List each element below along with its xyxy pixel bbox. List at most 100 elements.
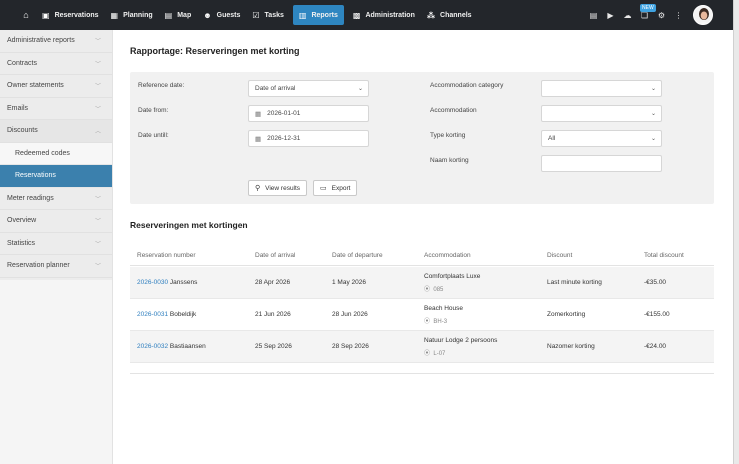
home-icon[interactable]: ⌂: [16, 0, 36, 30]
column-header[interactable]: Total discount: [644, 252, 684, 259]
nav-planning[interactable]: ▦ Planning: [105, 0, 159, 30]
sidebar-item-label: Meter readings: [7, 194, 54, 202]
sidebar-item-label: Reservation planner: [7, 262, 70, 270]
column-header[interactable]: Date of departure: [332, 252, 383, 259]
nav-administration[interactable]: ▩ Administration: [347, 0, 421, 30]
reservations-icon: ▣: [42, 10, 50, 20]
nav-channels[interactable]: ⁂ Channels: [421, 0, 478, 30]
arrival-date: 25 Sep 2026: [255, 343, 292, 350]
column-header[interactable]: Date of arrival: [255, 252, 295, 259]
total-discount: -€35.00: [644, 279, 667, 286]
guest-name: Bobeldijk: [169, 311, 197, 318]
sidebar-subitem-redeemed-codes[interactable]: Redeemed codes: [0, 142, 112, 165]
sidebar-item-label: Contracts: [7, 59, 37, 67]
guest-name: Bastiaansen: [169, 343, 206, 350]
document-icon[interactable]: ▤: [585, 11, 602, 20]
chevron-down-icon: ⌄: [650, 86, 656, 92]
export-button[interactable]: ▭ Export: [313, 180, 358, 196]
administration-icon: ▩: [352, 10, 361, 20]
chevron-down-icon: ⌄: [357, 86, 363, 92]
arrival-date: 21 Jun 2026: [255, 311, 291, 318]
type-korting-select[interactable]: All ⌄: [541, 130, 662, 147]
topbar-actions: ▤ ▶ ☁ ❏ NEW ⚙ ⋮: [585, 0, 733, 30]
nav-reports[interactable]: ▥ Reports: [292, 5, 344, 25]
avatar[interactable]: [693, 5, 713, 25]
sidebar-subitem-reservations[interactable]: Reservations: [0, 165, 112, 188]
accommodation-select[interactable]: ⌄: [541, 105, 662, 122]
sidebar-menu: Administrative reports ﹀ Contracts ﹀ Own…: [0, 30, 112, 280]
reservation-cell: 2026-0032 Bastiaansen: [137, 343, 206, 350]
map-pin-icon: ⦿: [424, 351, 431, 357]
date-from-value: 2026-01-01: [267, 110, 301, 117]
accommodation-category-label: Accommodation category: [430, 82, 504, 89]
sidebar-item-reservation-planner[interactable]: Reservation planner ﹀: [0, 255, 112, 278]
sidebar-item-administrative-reports[interactable]: Administrative reports ﹀: [0, 30, 112, 53]
sidebar-item-label: Owner statements: [7, 82, 64, 90]
chevron-up-icon: ︿: [94, 129, 101, 136]
date-until-field[interactable]: ▦ 2026-12-31: [248, 130, 369, 147]
reference-date-value: Date of arrival: [255, 85, 296, 92]
accommodation-category-select[interactable]: ⌄: [541, 80, 662, 97]
nav-reservations-label: Reservations: [54, 11, 99, 19]
chevron-down-icon: ﹀: [94, 219, 101, 226]
sidebar: Administrative reports ﹀ Contracts ﹀ Own…: [0, 30, 113, 464]
departure-date: 28 Sep 2026: [332, 343, 369, 350]
discount-name: Nazomer korting: [547, 343, 595, 350]
accommodation-code: 085: [433, 287, 444, 293]
more-menu-icon[interactable]: ⋮: [670, 11, 687, 20]
gift-icon[interactable]: ❏ NEW: [636, 3, 656, 20]
guests-icon: ☻: [203, 10, 212, 20]
sidebar-item-label: Discounts: [7, 127, 38, 135]
chevron-down-icon: ﹀: [94, 39, 101, 46]
cloud-download-icon[interactable]: ☁: [619, 11, 636, 20]
table-row: 2026-0030 Janssens 28 Apr 2026 1 May 202…: [130, 267, 714, 299]
column-header[interactable]: Reservation number: [137, 252, 196, 259]
main-content: Rapportage: Reserveringen met korting Re…: [114, 30, 733, 464]
chevron-down-icon: ⌄: [650, 136, 656, 142]
planning-icon: ▦: [110, 10, 119, 20]
video-icon[interactable]: ▶: [602, 11, 619, 20]
gear-icon[interactable]: ⚙: [653, 11, 670, 20]
sidebar-item-label: Statistics: [7, 239, 36, 247]
chevron-down-icon: ﹀: [94, 84, 101, 91]
search-icon: ⚲: [255, 185, 261, 192]
accommodation-code: L-07: [433, 351, 446, 357]
sidebar-item-discounts[interactable]: Discounts ︿: [0, 120, 112, 143]
nav-tasks-label: Tasks: [264, 11, 284, 19]
sidebar-item-owner-statements[interactable]: Owner statements ﹀: [0, 75, 112, 98]
column-header[interactable]: Discount: [547, 252, 572, 259]
sidebar-item-emails[interactable]: Emails ﹀: [0, 98, 112, 120]
reservation-number-link[interactable]: 2026-0032: [137, 343, 168, 350]
naam-korting-input[interactable]: [541, 155, 662, 172]
date-from-field[interactable]: ▦ 2026-01-01: [248, 105, 369, 122]
column-header[interactable]: Accommodation: [424, 252, 471, 259]
sidebar-subitem-label: Redeemed codes: [15, 149, 70, 157]
nav-tasks[interactable]: ☑ Tasks: [246, 0, 290, 30]
discount-name: Last minute korting: [547, 279, 602, 286]
view-results-label: View results: [265, 184, 301, 192]
accommodation-name: Beach House: [424, 305, 464, 312]
sidebar-item-contracts[interactable]: Contracts ﹀: [0, 53, 112, 75]
export-label: Export: [331, 184, 351, 192]
accommodation-location: ⦿ BH-3: [424, 316, 447, 325]
export-file-icon: ▭: [320, 185, 327, 192]
sidebar-item-meter-readings[interactable]: Meter readings ﹀: [0, 188, 112, 210]
calendar-icon: ▦: [255, 110, 262, 118]
nav-map[interactable]: ▤ Map: [159, 0, 198, 30]
sidebar-item-statistics[interactable]: Statistics ﹀: [0, 233, 112, 255]
nav-channels-label: Channels: [440, 11, 472, 19]
nav-guests-label: Guests: [216, 11, 241, 19]
nav-reservations[interactable]: ▣ Reservations: [36, 0, 105, 30]
reference-date-label: Reference date:: [138, 82, 185, 89]
view-results-button[interactable]: ⚲ View results: [248, 180, 308, 196]
window-edge: [733, 0, 739, 464]
reservation-number-link[interactable]: 2026-0031: [137, 311, 168, 318]
nav-guests[interactable]: ☻ Guests: [197, 0, 246, 30]
reference-date-select[interactable]: Date of arrival ⌄: [248, 80, 369, 97]
sidebar-item-overview[interactable]: Overview ﹀: [0, 210, 112, 233]
map-icon: ▤: [164, 10, 173, 20]
reservation-cell: 2026-0031 Bobeldijk: [137, 311, 196, 318]
nav-administration-label: Administration: [365, 11, 415, 19]
map-pin-icon: ⦿: [424, 287, 431, 293]
reservation-number-link[interactable]: 2026-0030: [137, 279, 168, 286]
